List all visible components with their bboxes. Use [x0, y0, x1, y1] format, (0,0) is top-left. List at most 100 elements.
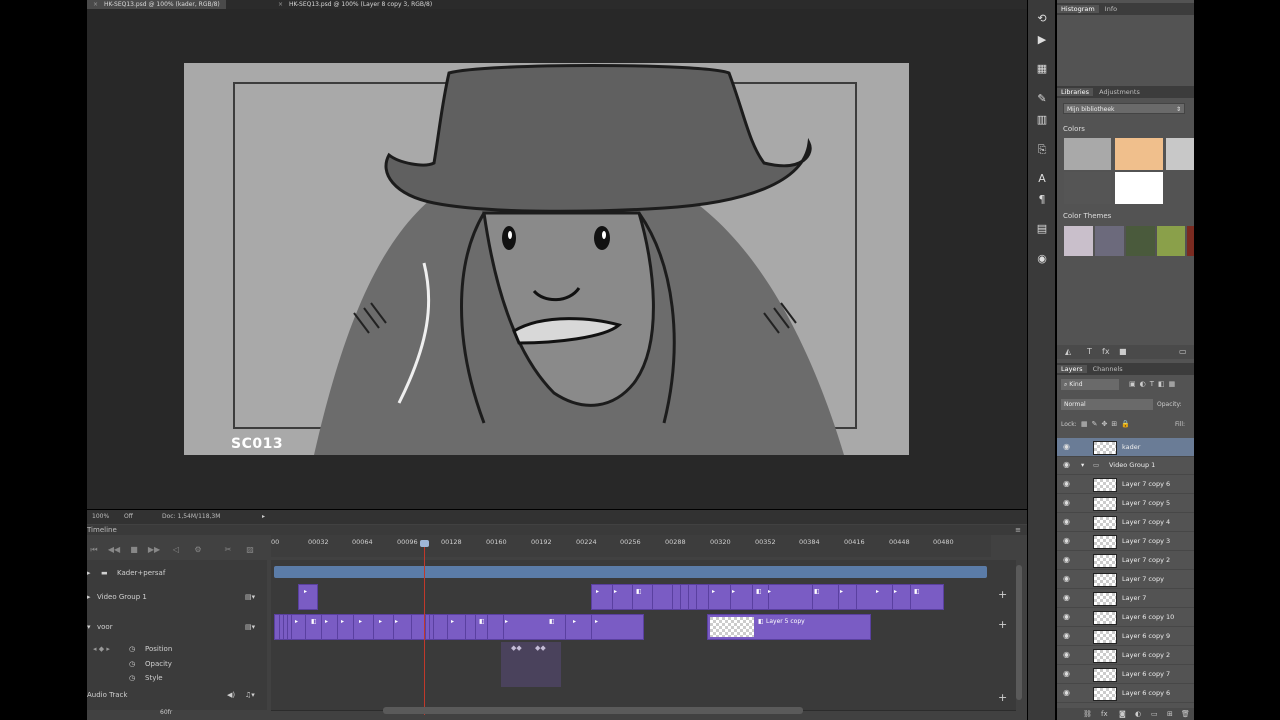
lock-icons[interactable]: ▦✎✥⊞🔒 [1081, 420, 1134, 428]
group-bar[interactable] [274, 566, 987, 578]
layer-row[interactable]: ◉ Layer 7 [1057, 589, 1194, 608]
visibility-eye-icon[interactable]: ◉ [1063, 475, 1070, 493]
visibility-eye-icon[interactable]: ◉ [1063, 532, 1070, 550]
expand-arrow-icon[interactable]: ▸ [87, 569, 91, 577]
layer-row[interactable]: ◉ Layer 7 copy 4 [1057, 513, 1194, 532]
visibility-eye-icon[interactable]: ◉ [1063, 627, 1070, 645]
play-actions-icon[interactable]: ▶ [1035, 33, 1049, 47]
timeline-ruler[interactable]: 00 00032 00064 00096 00128 00160 00192 0… [271, 535, 991, 557]
add-color-icon[interactable]: ■ [1119, 345, 1127, 359]
brush-icon[interactable]: ✎ [1035, 92, 1049, 106]
playhead[interactable] [424, 540, 425, 715]
paragraph-icon[interactable]: ¶ [1035, 193, 1049, 207]
color-swatch[interactable] [1064, 172, 1111, 204]
add-media-icon[interactable]: + [998, 618, 1007, 631]
status-menu-arrow-icon[interactable]: ▸ [262, 510, 265, 524]
video-clip[interactable]: ▸ ◧ ▸ ▸ ▸ ▸ ▸ ▸ ◧ ▸ ◧ ▸ ▸ [274, 614, 644, 640]
stopwatch-icon[interactable]: ◷ [129, 645, 135, 653]
add-text-icon[interactable]: T [1087, 345, 1092, 359]
color-swatch[interactable] [1166, 138, 1194, 170]
blend-mode-select[interactable]: Normal [1061, 399, 1153, 410]
video-clip[interactable]: ▸ ▸ ◧ ▸ ▸ ◧ ▸ ◧ ▸ ▸ ▸ ◧ [591, 584, 944, 610]
layer-row[interactable]: ◉ Layer 6 copy 6 [1057, 684, 1194, 703]
layer-row[interactable]: ◉ Layer 6 copy 7 [1057, 665, 1194, 684]
go-to-first-frame-icon[interactable]: ⏮ [87, 543, 101, 557]
document-tab[interactable]: × HK-SEQ13.psd @ 100% (Layer 8 copy 3, RG… [272, 0, 438, 9]
playhead-handle[interactable] [420, 540, 429, 547]
tab-libraries[interactable]: Libraries [1057, 88, 1094, 96]
theme-swatch[interactable] [1095, 226, 1124, 256]
audio-icon[interactable]: ◁ [169, 543, 183, 557]
properties-icon[interactable]: ▤ [1035, 222, 1049, 236]
visibility-eye-icon[interactable]: ◉ [1063, 551, 1070, 569]
layer-row[interactable]: ◉ Layer 7 copy 6 [1057, 475, 1194, 494]
add-audio-icon[interactable]: + [998, 691, 1007, 704]
layer-row[interactable]: ◉ Layer 6 copy 10 [1057, 608, 1194, 627]
add-media-icon[interactable]: + [998, 588, 1007, 601]
split-at-playhead-icon[interactable]: ✂ [221, 543, 235, 557]
collapse-arrow-icon[interactable]: ▾ [1081, 456, 1084, 474]
layer-filter-select[interactable]: ⌕ Kind [1061, 379, 1119, 390]
tab-channels[interactable]: Channels [1089, 365, 1127, 373]
3d-icon[interactable]: ◉ [1035, 252, 1049, 266]
close-tab-icon[interactable]: × [93, 1, 98, 8]
character-icon[interactable]: A [1035, 172, 1049, 186]
visibility-eye-icon[interactable]: ◉ [1063, 684, 1070, 702]
layer-row[interactable]: ◉ Layer 7 copy [1057, 570, 1194, 589]
visibility-eye-icon[interactable]: ◉ [1063, 494, 1070, 512]
layer-row[interactable]: ◉ Layer 6 copy 9 [1057, 627, 1194, 646]
theme-swatch[interactable] [1064, 226, 1093, 256]
delete-layer-icon[interactable]: 🗑 [1181, 708, 1190, 720]
color-swatch[interactable] [1064, 138, 1111, 170]
theme-swatch[interactable] [1157, 226, 1185, 256]
keyframe-nav-icon[interactable]: ◂ ◆ ▸ [93, 645, 110, 653]
layer-filter-icons[interactable]: ▣◐T◧▦ [1129, 380, 1179, 388]
visibility-eye-icon[interactable]: ◉ [1063, 646, 1070, 664]
panel-menu-icon[interactable]: ≡ [1015, 525, 1021, 535]
color-swatch[interactable] [1115, 172, 1163, 204]
color-swatch[interactable] [1115, 138, 1163, 170]
video-clip-layer-5-copy[interactable]: ◧ Layer 5 copy [707, 614, 871, 640]
adjustment-layer-icon[interactable]: ◐ [1135, 708, 1141, 720]
layer-group-row[interactable]: ◉ ▾ ▭ Video Group 1 [1057, 456, 1194, 475]
status-toggle[interactable]: Off [124, 510, 133, 524]
layer-row[interactable]: ◉ Layer 6 copy 2 [1057, 646, 1194, 665]
visibility-eye-icon[interactable]: ◉ [1063, 438, 1070, 456]
visibility-eye-icon[interactable]: ◉ [1063, 665, 1070, 683]
tab-info[interactable]: Info [1101, 5, 1121, 13]
add-style-icon[interactable]: fx [1102, 345, 1110, 359]
history-icon[interactable]: ⟲ [1035, 12, 1049, 26]
visibility-eye-icon[interactable]: ◉ [1063, 456, 1070, 474]
histogram-icon[interactable]: ▦ [1035, 62, 1049, 76]
tab-adjustments[interactable]: Adjustments [1095, 88, 1144, 96]
vertical-scrollbar[interactable] [1016, 565, 1022, 700]
expand-arrow-icon[interactable]: ▸ [87, 593, 91, 601]
film-strip-icon[interactable]: ▤▾ [245, 623, 255, 631]
add-graphic-icon[interactable]: ◭ [1065, 345, 1071, 359]
library-select[interactable]: Mijn bibliotheek ⇕ [1063, 103, 1185, 114]
add-style-icon[interactable]: fx [1101, 708, 1108, 720]
link-layers-icon[interactable]: ⛓ [1083, 708, 1092, 720]
tab-histogram[interactable]: Histogram [1057, 5, 1099, 13]
add-mask-icon[interactable]: ◙ [1119, 708, 1126, 720]
layer-row[interactable]: ◉ Layer 7 copy 5 [1057, 494, 1194, 513]
settings-icon[interactable]: ⚙ [191, 543, 205, 557]
collapse-arrow-icon[interactable]: ▾ [87, 623, 91, 631]
film-strip-icon[interactable]: ▤▾ [245, 593, 255, 601]
clone-source-icon[interactable]: ⎘ [1035, 143, 1049, 157]
music-note-icon[interactable]: ♫▾ [245, 691, 255, 699]
visibility-eye-icon[interactable]: ◉ [1063, 589, 1070, 607]
timeline-tracks[interactable]: ▸ ▸ ▸ ◧ ▸ ▸ ◧ ▸ ◧ ▸ ▸ ▸ ◧ + ▸ ◧ ▸ ▸ ▸ ▸ ▸ ▸ ◧ ▸ ◧ ▸ ▸ ◧ Layer … [271, 560, 1016, 711]
layer-row[interactable]: ◉ Layer 7 copy 3 [1057, 532, 1194, 551]
document-tab-active[interactable]: × HK-SEQ13.psd @ 100% (kader, RGB/8) [87, 0, 226, 9]
play-icon[interactable]: ■ [127, 543, 141, 557]
swatches-icon[interactable]: ▥ [1035, 113, 1049, 127]
canvas-artboard[interactable] [184, 63, 909, 455]
theme-swatch[interactable] [1126, 226, 1155, 256]
transition-icon[interactable]: ▨ [243, 543, 257, 557]
speaker-icon[interactable]: ◀) [227, 691, 235, 699]
next-frame-icon[interactable]: ▶▶ [147, 543, 161, 557]
visibility-eye-icon[interactable]: ◉ [1063, 570, 1070, 588]
layer-row[interactable]: ◉ Layer 7 copy 2 [1057, 551, 1194, 570]
new-layer-icon[interactable]: ⊞ [1167, 708, 1173, 720]
